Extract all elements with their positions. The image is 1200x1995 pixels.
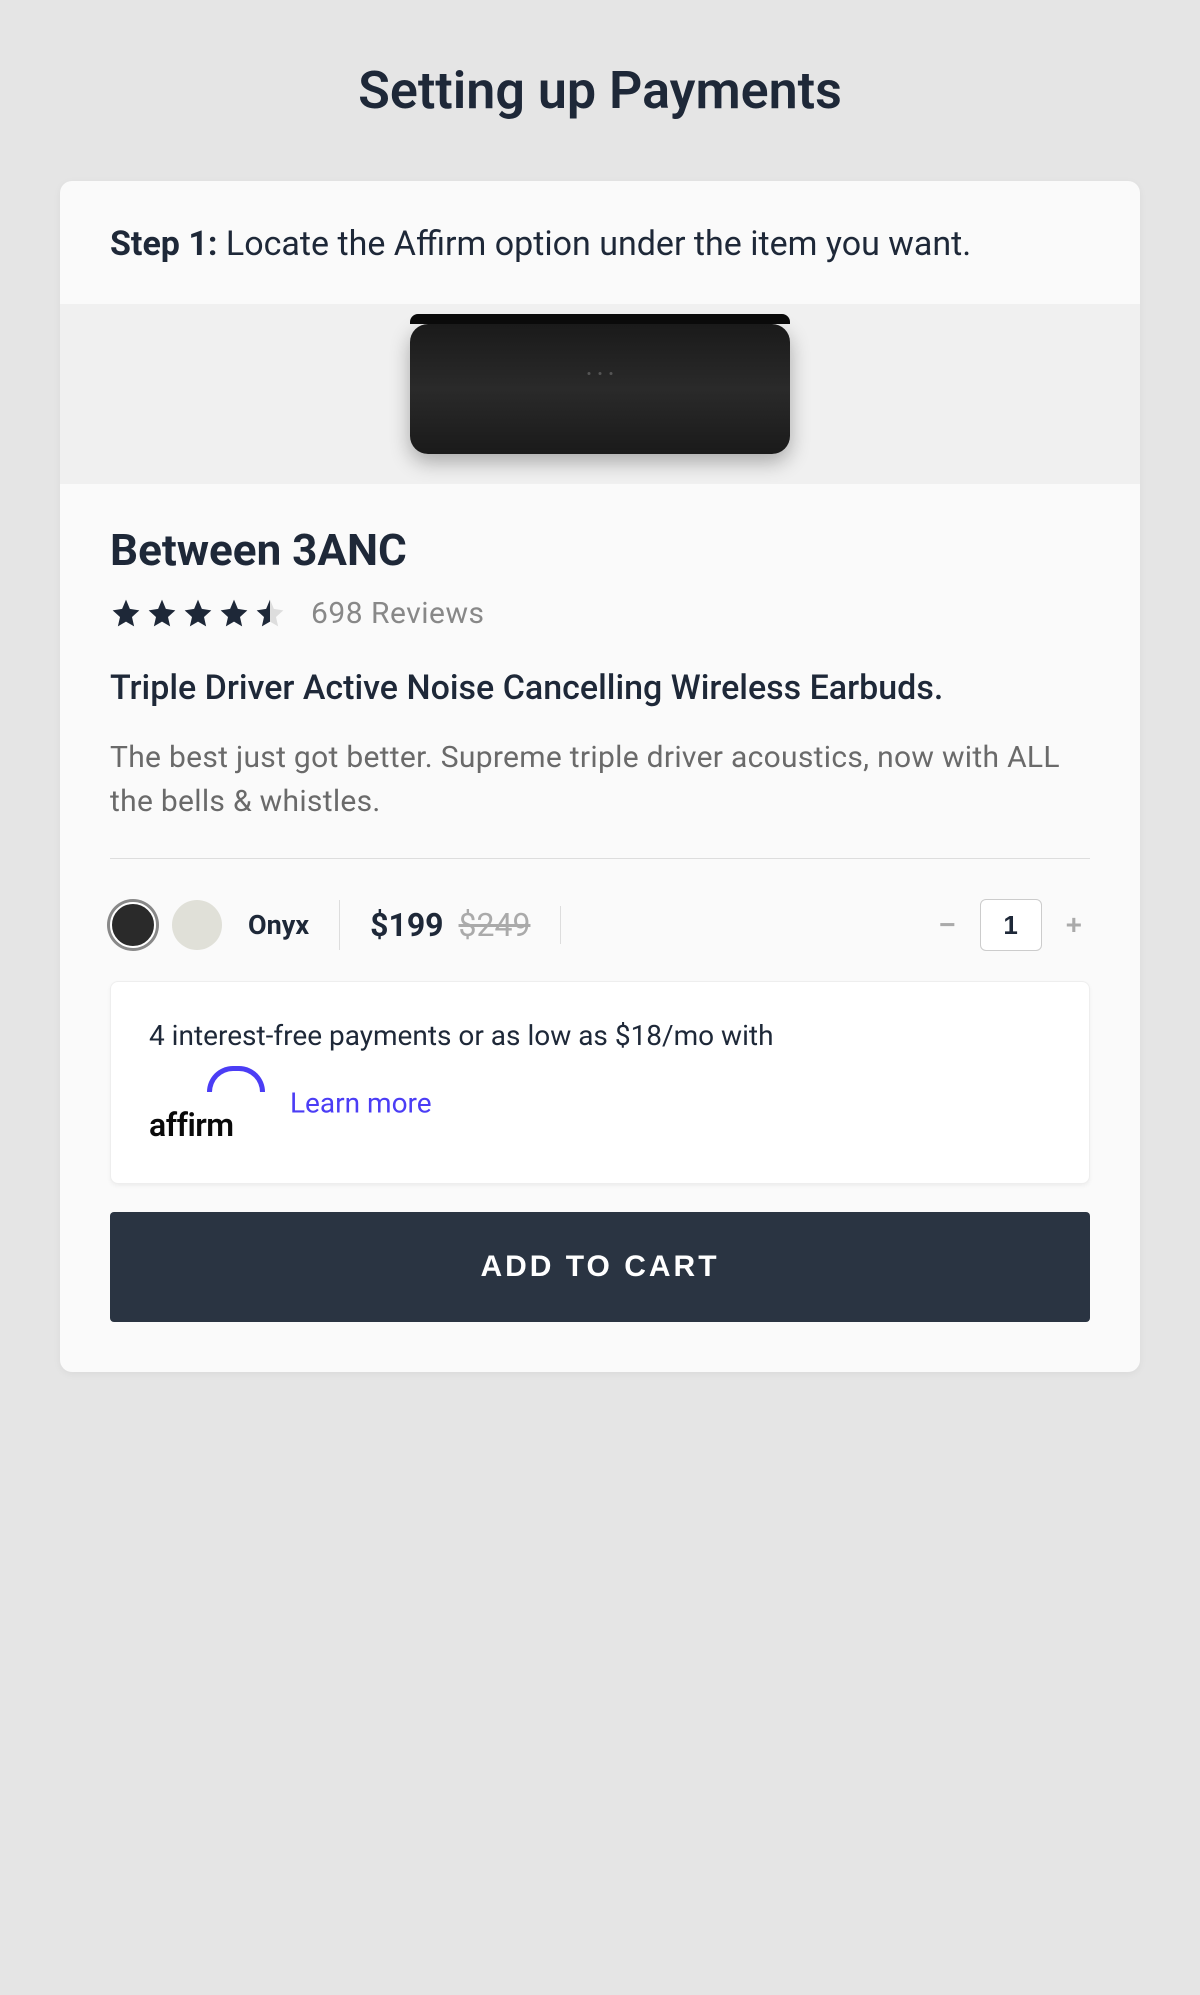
price-section: $199 $249 [340,906,561,944]
review-count: 698 Reviews [311,596,485,631]
instruction-card: Step 1: Locate the Affirm option under t… [60,181,1140,1372]
step-header: Step 1: Locate the Affirm option under t… [60,181,1140,304]
color-swatch-light[interactable] [172,900,222,950]
selected-color-name: Onyx [248,909,309,941]
quantity-decrease-button[interactable]: − [931,904,963,946]
affirm-message: 4 interest-free payments or as low as $1… [149,1019,774,1052]
product-info: Between 3ANC 698 Reviews Triple Driver A… [60,484,1140,1373]
rating-row[interactable]: 698 Reviews [110,596,1090,631]
star-rating-icon [110,597,286,629]
quantity-increase-button[interactable]: + [1058,904,1090,946]
quantity-input[interactable] [980,899,1042,951]
color-swatch-onyx[interactable] [110,902,156,948]
step-label: Step 1: [110,224,217,264]
affirm-logo-icon: affirm [149,1059,265,1151]
affirm-payment-box: 4 interest-free payments or as low as $1… [110,981,1090,1184]
product-description: The best just got better. Supreme triple… [110,736,1090,823]
earbuds-case-icon [410,324,790,454]
affirm-learn-more-link[interactable]: Learn more [290,1087,432,1120]
product-subtitle: Triple Driver Active Noise Cancelling Wi… [110,666,1090,712]
product-image [60,304,1140,484]
product-name: Between 3ANC [110,524,1090,576]
price-old: $249 [459,906,531,944]
add-to-cart-button[interactable]: ADD TO CART [110,1212,1090,1322]
page-title: Setting up Payments [60,60,1140,121]
quantity-stepper: − + [901,899,1090,951]
affirm-text: 4 interest-free payments or as low as $1… [149,1014,1051,1151]
price-current: $199 [370,906,443,944]
step-text: Locate the Affirm option under the item … [226,224,971,264]
divider [110,858,1090,859]
options-row: Onyx $199 $249 − + [110,889,1090,981]
color-picker: Onyx [110,900,340,950]
